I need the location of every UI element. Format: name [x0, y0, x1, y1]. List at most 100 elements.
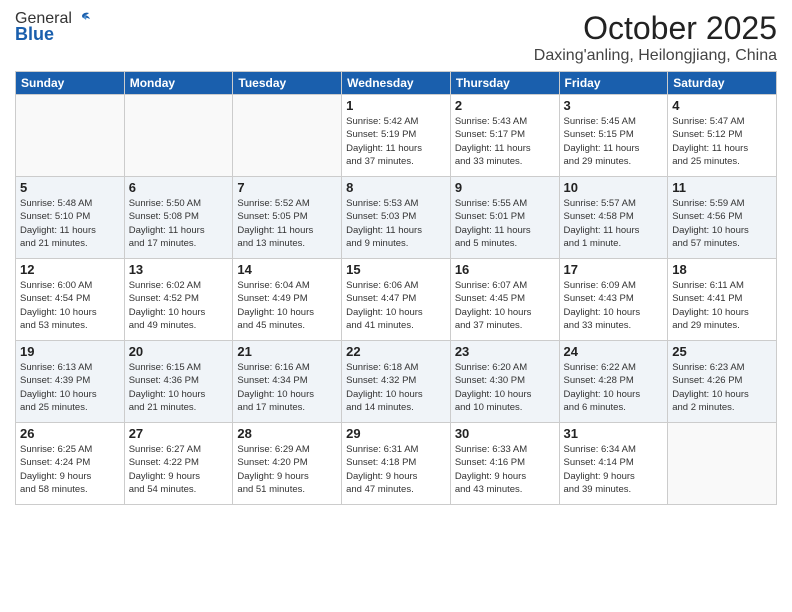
col-thursday: Thursday	[450, 72, 559, 95]
day-number: 15	[346, 262, 446, 277]
day-info: Sunrise: 6:27 AM Sunset: 4:22 PM Dayligh…	[129, 443, 229, 496]
col-monday: Monday	[124, 72, 233, 95]
table-row: 17 Sunrise: 6:09 AM Sunset: 4:43 PM Dayli…	[559, 259, 668, 341]
day-info: Sunrise: 6:34 AM Sunset: 4:14 PM Dayligh…	[564, 443, 664, 496]
col-tuesday: Tuesday	[233, 72, 342, 95]
day-info: Sunrise: 6:09 AM Sunset: 4:43 PM Dayligh…	[564, 279, 664, 332]
day-info: Sunrise: 5:42 AM Sunset: 5:19 PM Dayligh…	[346, 115, 446, 168]
day-info: Sunrise: 6:31 AM Sunset: 4:18 PM Dayligh…	[346, 443, 446, 496]
calendar: Sunday Monday Tuesday Wednesday Thursday…	[15, 71, 777, 505]
calendar-header-row: Sunday Monday Tuesday Wednesday Thursday…	[16, 72, 777, 95]
table-row: 10 Sunrise: 5:57 AM Sunset: 4:58 PM Dayli…	[559, 177, 668, 259]
day-info: Sunrise: 5:55 AM Sunset: 5:01 PM Dayligh…	[455, 197, 555, 250]
day-info: Sunrise: 6:06 AM Sunset: 4:47 PM Dayligh…	[346, 279, 446, 332]
table-row: 9 Sunrise: 5:55 AM Sunset: 5:01 PM Daylig…	[450, 177, 559, 259]
day-info: Sunrise: 6:16 AM Sunset: 4:34 PM Dayligh…	[237, 361, 337, 414]
day-info: Sunrise: 6:15 AM Sunset: 4:36 PM Dayligh…	[129, 361, 229, 414]
table-row: 23 Sunrise: 6:20 AM Sunset: 4:30 PM Dayli…	[450, 341, 559, 423]
day-number: 2	[455, 98, 555, 113]
calendar-week-row: 5Sunrise: 5:48 AM Sunset: 5:10 PM Daylig…	[16, 177, 777, 259]
day-number: 6	[129, 180, 229, 195]
table-row: 30Sunrise: 6:33 AM Sunset: 4:16 PM Dayli…	[450, 423, 559, 505]
table-row: 20 Sunrise: 6:15 AM Sunset: 4:36 PM Dayli…	[124, 341, 233, 423]
table-row: 26 Sunrise: 6:25 AM Sunset: 4:24 PM Dayli…	[16, 423, 125, 505]
day-number: 23	[455, 344, 555, 359]
day-number: 17	[564, 262, 664, 277]
col-sunday: Sunday	[16, 72, 125, 95]
table-row: 13Sunrise: 6:02 AM Sunset: 4:52 PM Dayli…	[124, 259, 233, 341]
header: General Blue October 2025 Daxing'anling,…	[15, 10, 777, 65]
day-number: 28	[237, 426, 337, 441]
table-row: 22Sunrise: 6:18 AM Sunset: 4:32 PM Dayli…	[342, 341, 451, 423]
table-row: 4Sunrise: 5:47 AM Sunset: 5:12 PM Daylig…	[668, 95, 777, 177]
day-number: 7	[237, 180, 337, 195]
table-row: 16Sunrise: 6:07 AM Sunset: 4:45 PM Dayli…	[450, 259, 559, 341]
table-row: 21Sunrise: 6:16 AM Sunset: 4:34 PM Dayli…	[233, 341, 342, 423]
day-number: 1	[346, 98, 446, 113]
day-number: 20	[129, 344, 229, 359]
day-info: Sunrise: 6:11 AM Sunset: 4:41 PM Dayligh…	[672, 279, 772, 332]
table-row: 19 Sunrise: 6:13 AM Sunset: 4:39 PM Dayli…	[16, 341, 125, 423]
table-row	[668, 423, 777, 505]
day-number: 26	[20, 426, 120, 441]
logo-bird-icon	[75, 12, 91, 26]
day-number: 9	[455, 180, 555, 195]
day-info: Sunrise: 6:25 AM Sunset: 4:24 PM Dayligh…	[20, 443, 120, 496]
day-number: 10	[564, 180, 664, 195]
day-number: 24	[564, 344, 664, 359]
logo-blue-text: Blue	[15, 24, 54, 45]
table-row: 6 Sunrise: 5:50 AM Sunset: 5:08 PM Daylig…	[124, 177, 233, 259]
day-info: Sunrise: 5:50 AM Sunset: 5:08 PM Dayligh…	[129, 197, 229, 250]
table-row: 18 Sunrise: 6:11 AM Sunset: 4:41 PM Dayli…	[668, 259, 777, 341]
day-number: 13	[129, 262, 229, 277]
day-number: 29	[346, 426, 446, 441]
table-row: 7 Sunrise: 5:52 AM Sunset: 5:05 PM Daylig…	[233, 177, 342, 259]
table-row: 5Sunrise: 5:48 AM Sunset: 5:10 PM Daylig…	[16, 177, 125, 259]
table-row: 27 Sunrise: 6:27 AM Sunset: 4:22 PM Dayli…	[124, 423, 233, 505]
table-row: 24 Sunrise: 6:22 AM Sunset: 4:28 PM Dayli…	[559, 341, 668, 423]
table-row	[124, 95, 233, 177]
day-number: 27	[129, 426, 229, 441]
col-friday: Friday	[559, 72, 668, 95]
day-info: Sunrise: 6:13 AM Sunset: 4:39 PM Dayligh…	[20, 361, 120, 414]
table-row: 8 Sunrise: 5:53 AM Sunset: 5:03 PM Daylig…	[342, 177, 451, 259]
day-info: Sunrise: 6:04 AM Sunset: 4:49 PM Dayligh…	[237, 279, 337, 332]
month-title: October 2025	[534, 10, 777, 47]
day-number: 11	[672, 180, 772, 195]
col-wednesday: Wednesday	[342, 72, 451, 95]
title-block: October 2025 Daxing'anling, Heilongjiang…	[534, 10, 777, 65]
table-row: 1 Sunrise: 5:42 AM Sunset: 5:19 PM Daylig…	[342, 95, 451, 177]
calendar-week-row: 26 Sunrise: 6:25 AM Sunset: 4:24 PM Dayli…	[16, 423, 777, 505]
day-info: Sunrise: 5:48 AM Sunset: 5:10 PM Dayligh…	[20, 197, 120, 250]
day-number: 14	[237, 262, 337, 277]
day-info: Sunrise: 6:22 AM Sunset: 4:28 PM Dayligh…	[564, 361, 664, 414]
calendar-week-row: 1 Sunrise: 5:42 AM Sunset: 5:19 PM Daylig…	[16, 95, 777, 177]
table-row: 12Sunrise: 6:00 AM Sunset: 4:54 PM Dayli…	[16, 259, 125, 341]
table-row: 28 Sunrise: 6:29 AM Sunset: 4:20 PM Dayli…	[233, 423, 342, 505]
page: General Blue October 2025 Daxing'anling,…	[0, 0, 792, 612]
day-info: Sunrise: 5:59 AM Sunset: 4:56 PM Dayligh…	[672, 197, 772, 250]
day-info: Sunrise: 5:53 AM Sunset: 5:03 PM Dayligh…	[346, 197, 446, 250]
day-number: 19	[20, 344, 120, 359]
calendar-week-row: 19 Sunrise: 6:13 AM Sunset: 4:39 PM Dayli…	[16, 341, 777, 423]
day-info: Sunrise: 6:33 AM Sunset: 4:16 PM Dayligh…	[455, 443, 555, 496]
day-number: 25	[672, 344, 772, 359]
table-row: 14 Sunrise: 6:04 AM Sunset: 4:49 PM Dayli…	[233, 259, 342, 341]
day-info: Sunrise: 6:29 AM Sunset: 4:20 PM Dayligh…	[237, 443, 337, 496]
day-info: Sunrise: 5:52 AM Sunset: 5:05 PM Dayligh…	[237, 197, 337, 250]
calendar-week-row: 12Sunrise: 6:00 AM Sunset: 4:54 PM Dayli…	[16, 259, 777, 341]
day-number: 3	[564, 98, 664, 113]
day-info: Sunrise: 6:23 AM Sunset: 4:26 PM Dayligh…	[672, 361, 772, 414]
day-number: 31	[564, 426, 664, 441]
table-row: 29 Sunrise: 6:31 AM Sunset: 4:18 PM Dayli…	[342, 423, 451, 505]
day-info: Sunrise: 5:43 AM Sunset: 5:17 PM Dayligh…	[455, 115, 555, 168]
day-number: 8	[346, 180, 446, 195]
day-info: Sunrise: 5:57 AM Sunset: 4:58 PM Dayligh…	[564, 197, 664, 250]
table-row: 11 Sunrise: 5:59 AM Sunset: 4:56 PM Dayli…	[668, 177, 777, 259]
day-info: Sunrise: 6:20 AM Sunset: 4:30 PM Dayligh…	[455, 361, 555, 414]
table-row	[16, 95, 125, 177]
table-row: 2 Sunrise: 5:43 AM Sunset: 5:17 PM Daylig…	[450, 95, 559, 177]
day-number: 4	[672, 98, 772, 113]
day-info: Sunrise: 6:07 AM Sunset: 4:45 PM Dayligh…	[455, 279, 555, 332]
day-number: 18	[672, 262, 772, 277]
